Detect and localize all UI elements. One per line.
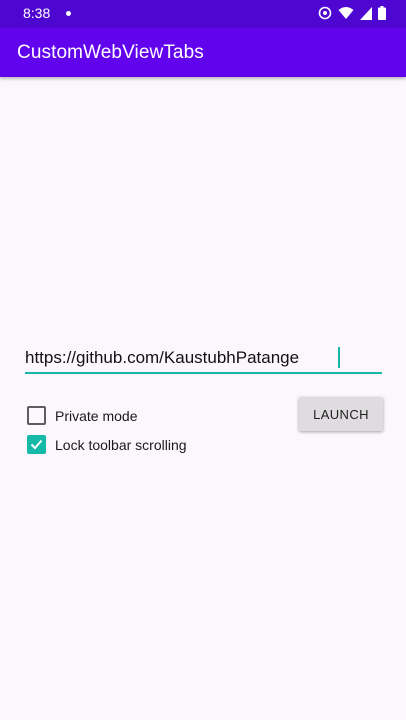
- app-bar: CustomWebViewTabs: [0, 28, 406, 77]
- lock-toolbar-row[interactable]: Lock toolbar scrolling: [27, 435, 187, 454]
- status-bar: 8:38: [0, 0, 406, 28]
- battery-icon: [378, 6, 386, 20]
- lock-toolbar-checkbox[interactable]: [27, 435, 46, 454]
- status-time: 8:38: [23, 5, 51, 21]
- app-title: CustomWebViewTabs: [17, 42, 204, 63]
- data-saver-icon: [318, 6, 332, 20]
- status-icons: [318, 6, 386, 20]
- launch-button[interactable]: LAUNCH: [299, 397, 383, 431]
- lock-toolbar-label: Lock toolbar scrolling: [55, 436, 187, 453]
- url-input[interactable]: [25, 344, 382, 374]
- notification-dot-icon: [66, 11, 71, 16]
- wifi-icon: [338, 7, 354, 19]
- private-mode-checkbox[interactable]: [27, 406, 46, 425]
- checkmark-icon: [30, 439, 43, 450]
- private-mode-row[interactable]: Private mode: [27, 406, 137, 425]
- text-cursor: [338, 347, 340, 368]
- signal-icon: [360, 6, 372, 20]
- private-mode-label: Private mode: [55, 407, 138, 424]
